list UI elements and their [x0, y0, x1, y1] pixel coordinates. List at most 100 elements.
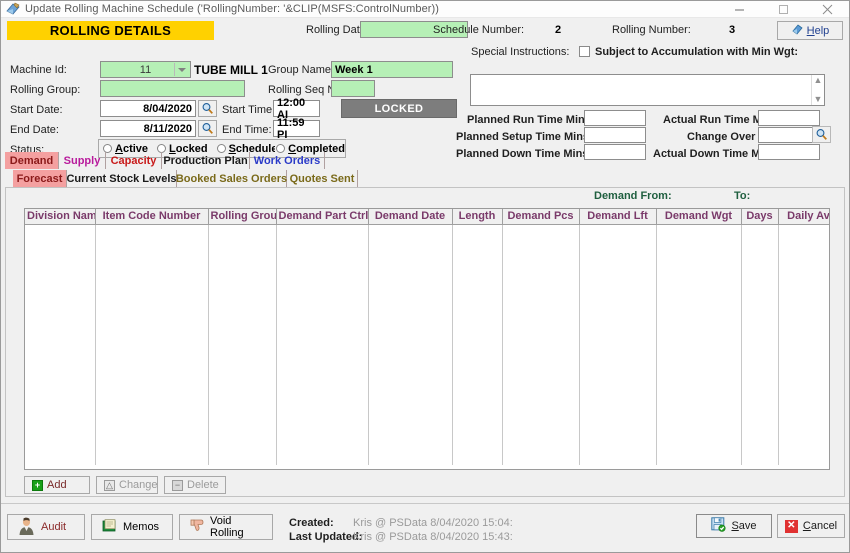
planned-setup-time-field[interactable] — [584, 127, 646, 143]
group-name-field[interactable]: Week 1 — [331, 61, 453, 78]
table-empty-body — [25, 224, 829, 465]
memos-button[interactable]: Memos — [91, 514, 173, 540]
column-header-demand-date[interactable]: Demand Date — [368, 209, 453, 225]
column-header-days[interactable]: Days — [741, 209, 779, 225]
end-time-label: End Time: — [222, 124, 272, 136]
machine-id-dropdown[interactable]: 11 — [100, 61, 191, 78]
title-bar: Update Rolling Machine Schedule ('Rollin… — [1, 1, 849, 18]
rolling-group-field[interactable] — [100, 80, 245, 97]
special-instructions-textarea[interactable]: ▲ ▼ — [470, 74, 825, 106]
rolling-number-label: Rolling Number: — [612, 24, 691, 36]
subtab-quotes-sent[interactable]: Quotes Sent — [287, 170, 358, 187]
close-x-icon: ✕ — [784, 519, 798, 533]
last-updated-value: Kris @ PSData 8/04/2020 15:43: — [353, 531, 513, 543]
chevron-down-icon[interactable] — [174, 63, 189, 76]
plus-icon: + — [32, 479, 43, 491]
floppy-disk-icon — [711, 517, 727, 535]
maximize-button[interactable] — [761, 1, 805, 18]
tab-work-orders[interactable]: Work Orders — [250, 152, 325, 169]
subtab-current-stock-levels[interactable]: Current Stock Levels — [66, 170, 177, 187]
demand-to-label: To: — [734, 190, 751, 202]
column-header-demand-lft[interactable]: Demand Lft — [579, 209, 657, 225]
main-tab-strip: Demand Supply Capacity Production Plan W… — [5, 152, 845, 169]
audit-button[interactable]: Audit — [7, 514, 85, 540]
minimize-button[interactable] — [717, 1, 761, 18]
save-button[interactable]: Save — [696, 514, 772, 538]
audit-label: Audit — [41, 521, 67, 533]
column-header-demand-part-ctrl-no[interactable]: Demand Part Ctrl No — [276, 209, 369, 225]
column-header-rolling-group[interactable]: Rolling Group — [208, 209, 277, 225]
start-date-lookup-icon[interactable] — [198, 100, 217, 117]
machine-name: TUBE MILL 1 — [194, 63, 268, 77]
tab-supply[interactable]: Supply — [59, 152, 106, 169]
column-header-length[interactable]: Length — [452, 209, 503, 225]
window-title: Update Rolling Machine Schedule ('Rollin… — [25, 3, 440, 15]
close-button[interactable] — [805, 1, 849, 18]
planned-run-time-field[interactable] — [584, 110, 646, 126]
chevron-down-icon[interactable]: ▼ — [814, 95, 823, 104]
end-date-label: End Date: — [10, 124, 59, 136]
window-controls — [717, 1, 849, 18]
rolling-group-label: Rolling Group: — [10, 84, 81, 96]
demand-forecast-panel: Demand From: To: Division Name Item Code… — [5, 187, 845, 497]
help-icon — [791, 23, 804, 39]
end-date-field[interactable]: 8/11/2020 — [100, 120, 196, 137]
sub-tab-strip: Forecast Current Stock Levels Booked Sal… — [13, 170, 845, 187]
group-name-label: Group Name: — [268, 64, 335, 76]
start-date-field[interactable]: 8/04/2020 — [100, 100, 196, 117]
column-header-demand-pcs[interactable]: Demand Pcs — [502, 209, 580, 225]
start-date-label: Start Date: — [10, 104, 63, 116]
add-label: Add — [47, 479, 67, 491]
rolling-details-header: ROLLING DETAILS Rolling Date: Schedule N… — [1, 18, 849, 160]
thumbs-down-icon — [190, 519, 204, 536]
void-rolling-label: Void Rolling — [210, 515, 244, 539]
demand-from-label: Demand From: — [594, 190, 672, 202]
machine-id-label: Machine Id: — [10, 64, 67, 76]
change-over-type-field[interactable] — [758, 127, 820, 143]
delete-button[interactable]: − Delete — [164, 476, 226, 494]
table-header-row: Division Name Item Code Number Rolling G… — [25, 209, 829, 225]
column-header-item-code-number[interactable]: Item Code Number — [95, 209, 209, 225]
save-label: Save — [731, 520, 757, 532]
book-icon — [102, 518, 117, 536]
created-value: Kris @ PSData 8/04/2020 15:04: — [353, 517, 513, 529]
start-time-label: Start Time: — [222, 104, 276, 116]
tab-production-plan[interactable]: Production Plan — [162, 152, 250, 169]
memos-label: Memos — [123, 521, 160, 533]
column-header-daily-avg-wgt[interactable]: Daily Avg Wgt — [778, 209, 829, 225]
demand-grid[interactable]: Division Name Item Code Number Rolling G… — [24, 208, 830, 470]
subtab-booked-sales-orders[interactable]: Booked Sales Orders — [176, 170, 287, 187]
column-header-division-name[interactable]: Division Name — [25, 209, 96, 225]
cancel-label: Cancel — [802, 520, 838, 532]
column-header-demand-wgt[interactable]: Demand Wgt — [656, 209, 742, 225]
tab-capacity[interactable]: Capacity — [106, 152, 162, 169]
subtab-forecast[interactable]: Forecast — [13, 170, 67, 187]
cancel-button[interactable]: ✕ Cancel — [777, 514, 845, 538]
person-icon — [18, 517, 35, 538]
rolling-seq-field[interactable] — [331, 80, 375, 97]
chevron-up-icon[interactable]: ▲ — [814, 76, 823, 85]
change-button[interactable]: △ Change — [96, 476, 158, 494]
record-action-bar: + Add △ Change − Delete — [24, 476, 232, 494]
planned-setup-time-label: Planned Setup Time Mins: — [456, 131, 593, 143]
tab-demand[interactable]: Demand — [5, 152, 59, 169]
help-button[interactable]: Help — [777, 21, 843, 40]
schedule-number-label: Schedule Number: — [433, 24, 525, 36]
void-rolling-button[interactable]: Void Rolling — [179, 514, 273, 540]
actual-run-time-field[interactable] — [758, 110, 820, 126]
planned-run-time-label: Planned Run Time Mins: — [467, 114, 595, 126]
change-icon: △ — [104, 479, 115, 491]
start-time-field[interactable]: 12:00 AI — [273, 97, 320, 121]
end-date-lookup-icon[interactable] — [198, 120, 217, 137]
textarea-scrollbar[interactable]: ▲ ▼ — [811, 75, 824, 105]
delete-icon: − — [172, 479, 183, 491]
locked-button[interactable]: LOCKED — [341, 99, 457, 118]
help-label: Help — [806, 24, 830, 37]
rolling-number-value: 3 — [729, 24, 736, 36]
delete-label: Delete — [187, 479, 219, 491]
created-label: Created: — [289, 517, 334, 529]
add-button[interactable]: + Add — [24, 476, 90, 494]
change-over-type-lookup-icon[interactable] — [812, 126, 831, 143]
accumulation-checkbox[interactable] — [579, 46, 590, 57]
end-time-field[interactable]: 11:59 PI — [273, 117, 320, 141]
